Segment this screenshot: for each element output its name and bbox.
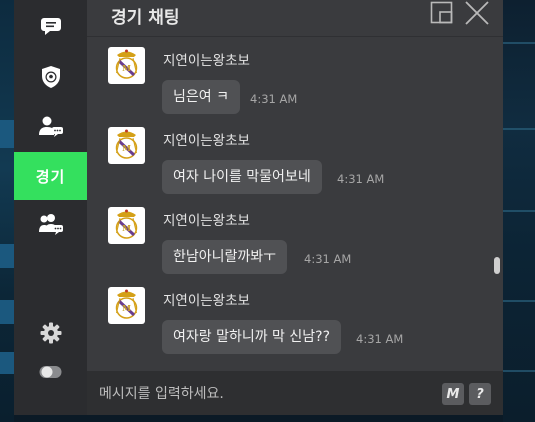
sender-name: 지연이는왕초보 (163, 53, 250, 69)
svg-text:M: M (122, 223, 131, 233)
club-crest-icon: M (115, 49, 138, 79)
group-chat-icon (38, 214, 63, 235)
message-list[interactable]: M 지연이는왕초보 님은여 ㅋ 4:31 AM M 지연이는왕초보 여자 나이를… (87, 37, 503, 370)
background-tile (0, 244, 14, 268)
sidebar-item-match[interactable]: 경기 (14, 152, 87, 200)
background-tile (0, 120, 14, 148)
sender-name: 지연이는왕초보 (163, 293, 250, 309)
avatar: M (108, 287, 145, 324)
svg-text:M: M (122, 303, 131, 313)
popout-icon (430, 1, 453, 24)
background-stripe (503, 210, 535, 212)
sender-name: 지연이는왕초보 (163, 133, 250, 149)
background-tile (0, 300, 14, 324)
background-stripe (503, 370, 535, 372)
user-chat-icon (38, 116, 63, 137)
chat-sidebar: 경기 (14, 0, 87, 415)
chat-message: M 지연이는왕초보 여자랑 말하니까 막 신남?? 4:31 AM (87, 277, 503, 357)
message-bubble: 한남아니랄까봐ㅜ (162, 240, 288, 274)
background-stripe (503, 300, 535, 302)
message-time: 4:31 AM (356, 332, 404, 346)
sidebar-item-group-chat[interactable] (14, 200, 87, 248)
page-title: 경기 채팅 (111, 8, 180, 28)
game-background-right (503, 0, 535, 422)
avatar: M (108, 47, 145, 84)
message-bubble: 여자랑 말하니까 막 신남?? (162, 320, 342, 354)
chat-header: 경기 채팅 (87, 0, 503, 37)
background-stripe (503, 128, 535, 130)
club-crest-icon: M (115, 289, 138, 319)
background-stripe (503, 42, 535, 44)
sidebar-item-label: 경기 (35, 167, 66, 186)
close-button[interactable] (462, 0, 492, 26)
scrollbar-thumb[interactable] (494, 257, 500, 274)
chat-bubble-icon (40, 18, 61, 35)
message-time: 4:31 AM (304, 252, 352, 266)
toggle-button[interactable] (14, 348, 87, 396)
message-time: 4:31 AM (250, 92, 298, 106)
sidebar-item-chat[interactable] (14, 3, 87, 51)
avatar: M (108, 207, 145, 244)
club-crest-icon: M (115, 129, 138, 159)
club-crest-icon: M (115, 209, 138, 239)
chat-message: M 지연이는왕초보 한남아니랄까봐ㅜ 4:31 AM (87, 197, 503, 277)
close-icon (465, 1, 489, 25)
message-input[interactable] (97, 379, 431, 409)
sidebar-item-friend-chat[interactable] (14, 102, 87, 150)
chat-message: M 지연이는왕초보 님은여 ㅋ 4:31 AM (87, 37, 503, 117)
avatar: M (108, 127, 145, 164)
sidebar-item-club[interactable] (14, 53, 87, 101)
message-time: 4:31 AM (337, 172, 385, 186)
chat-panel: 경기 채팅 M 지연이는왕초보 님은여 ㅋ 4:31 AM M 지연이는왕초보 … (87, 0, 503, 415)
popout-button[interactable] (427, 0, 457, 26)
help-button[interactable]: ? (469, 383, 491, 405)
toggle-icon (39, 366, 61, 378)
macro-button[interactable]: M (442, 383, 464, 405)
message-input-bar: M ? (87, 371, 503, 415)
shield-ball-icon (41, 66, 60, 88)
message-bubble: 여자 나이를 막물어보네 (162, 160, 322, 194)
svg-text:M: M (122, 63, 131, 73)
chat-message: M 지연이는왕초보 여자 나이를 막물어보네 4:31 AM (87, 117, 503, 197)
gear-icon (40, 322, 61, 344)
sender-name: 지연이는왕초보 (163, 213, 250, 229)
background-tile (0, 352, 14, 374)
game-background-left (0, 0, 14, 422)
message-bubble: 님은여 ㅋ (162, 80, 240, 114)
svg-text:M: M (122, 143, 131, 153)
